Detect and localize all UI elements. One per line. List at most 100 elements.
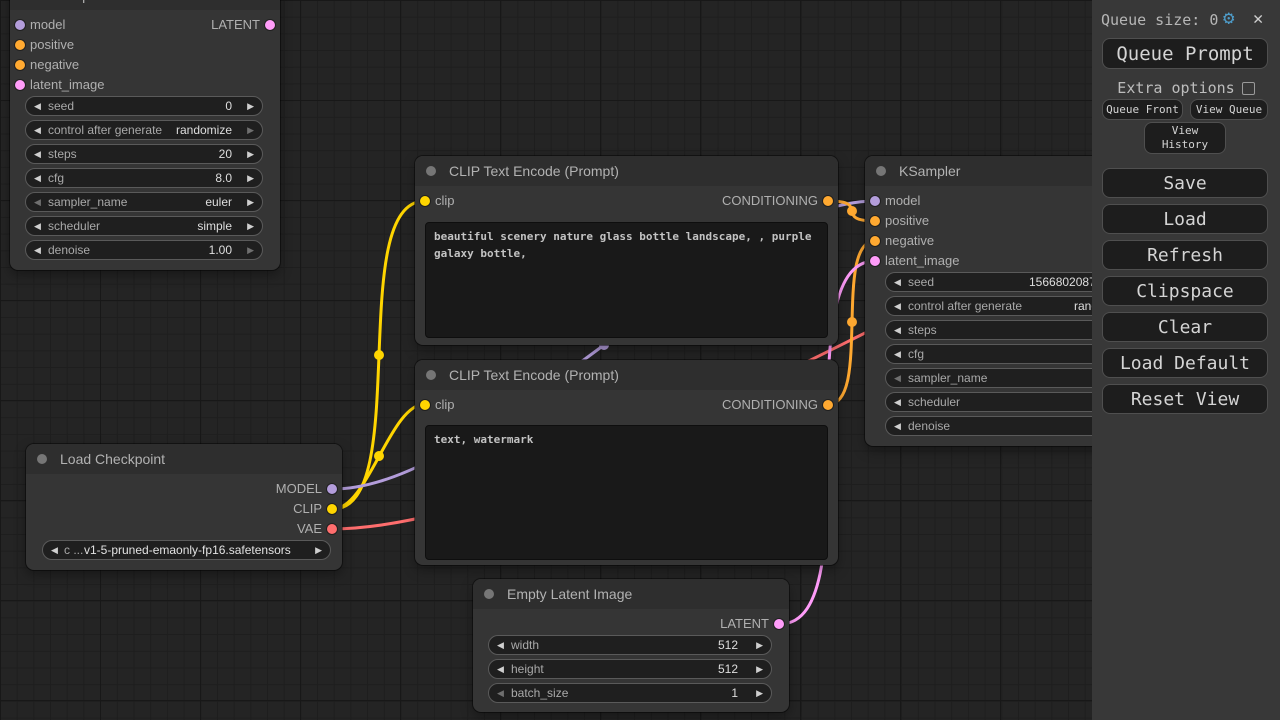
conditioning-port-dot[interactable] bbox=[870, 216, 880, 226]
refresh-button[interactable]: Refresh bbox=[1102, 240, 1268, 270]
input-port-latent-image[interactable]: latent_image bbox=[10, 75, 280, 95]
increment-arrow-icon[interactable]: ▶ bbox=[247, 217, 254, 235]
increment-arrow-icon[interactable]: ▶ bbox=[756, 684, 763, 702]
decrement-arrow-icon[interactable]: ◀ bbox=[894, 393, 901, 411]
decrement-arrow-icon[interactable]: ◀ bbox=[894, 417, 901, 435]
link-midpoint-dot bbox=[847, 317, 857, 327]
prompt-textarea[interactable]: text, watermark bbox=[425, 425, 828, 560]
decrement-arrow-icon[interactable]: ◀ bbox=[34, 121, 41, 139]
port-label: model bbox=[885, 191, 920, 211]
collapse-dot-icon[interactable] bbox=[484, 589, 494, 599]
node-empty-latent-image[interactable]: Empty Latent Image LATENT ◀ width 512 ▶ … bbox=[473, 579, 789, 712]
increment-arrow-icon[interactable]: ▶ bbox=[247, 121, 254, 139]
extra-options-checkbox[interactable] bbox=[1242, 82, 1255, 95]
increment-arrow-icon[interactable]: ▶ bbox=[756, 660, 763, 678]
model-port-dot[interactable] bbox=[870, 196, 880, 206]
output-port-latent[interactable]: LATENT bbox=[473, 614, 789, 634]
node-ksampler-left[interactable]: KSampler model positive negative latent_… bbox=[10, 0, 280, 270]
increment-arrow-icon[interactable]: ▶ bbox=[315, 541, 322, 559]
latent-port-dot[interactable] bbox=[870, 256, 880, 266]
decrement-arrow-icon[interactable]: ◀ bbox=[894, 369, 901, 387]
widget-value: 1566802087 bbox=[1029, 273, 1096, 291]
input-port-positive[interactable]: positive bbox=[10, 35, 280, 55]
decrement-arrow-icon[interactable]: ◀ bbox=[51, 541, 58, 559]
settings-gear-icon[interactable]: ⚙ bbox=[1223, 7, 1234, 29]
collapse-dot-icon[interactable] bbox=[426, 166, 436, 176]
increment-arrow-icon[interactable]: ▶ bbox=[247, 241, 254, 259]
decrement-arrow-icon[interactable]: ◀ bbox=[497, 660, 504, 678]
widget-batch-size[interactable]: ◀ batch_size 1 ▶ bbox=[488, 683, 772, 703]
output-port-conditioning[interactable]: CONDITIONING bbox=[415, 191, 838, 211]
conditioning-port-dot[interactable] bbox=[15, 40, 25, 50]
node-title-bar[interactable]: Empty Latent Image bbox=[473, 579, 789, 609]
widget-seed[interactable]: ◀ seed 0 ▶ bbox=[25, 96, 263, 116]
decrement-arrow-icon[interactable]: ◀ bbox=[34, 217, 41, 235]
widget-height[interactable]: ◀ height 512 ▶ bbox=[488, 659, 772, 679]
model-port-dot[interactable] bbox=[327, 484, 337, 494]
latent-port-dot[interactable] bbox=[15, 80, 25, 90]
clipspace-button[interactable]: Clipspace bbox=[1102, 276, 1268, 306]
conditioning-port-dot[interactable] bbox=[823, 196, 833, 206]
save-button[interactable]: Save bbox=[1102, 168, 1268, 198]
increment-arrow-icon[interactable]: ▶ bbox=[756, 636, 763, 654]
output-port-conditioning[interactable]: CONDITIONING bbox=[415, 395, 838, 415]
widget-control-after-generate[interactable]: ◀ control after generate randomize ▶ bbox=[25, 120, 263, 140]
widget-ckpt-name[interactable]: ◀ c ... v1-5-pruned-emaonly-fp16.safeten… bbox=[42, 540, 331, 560]
output-port-clip[interactable]: CLIP bbox=[26, 499, 342, 519]
clear-button[interactable]: Clear bbox=[1102, 312, 1268, 342]
prompt-textarea[interactable]: beautiful scenery nature glass bottle la… bbox=[425, 222, 828, 338]
decrement-arrow-icon[interactable]: ◀ bbox=[497, 684, 504, 702]
node-title-bar[interactable]: Load Checkpoint bbox=[26, 444, 342, 474]
widget-cfg[interactable]: ◀ cfg 8.0 ▶ bbox=[25, 168, 263, 188]
collapse-dot-icon[interactable] bbox=[876, 166, 886, 176]
view-history-button[interactable]: View History bbox=[1144, 122, 1226, 154]
output-port-model[interactable]: MODEL bbox=[26, 479, 342, 499]
view-queue-button[interactable]: View Queue bbox=[1190, 99, 1268, 120]
increment-arrow-icon[interactable]: ▶ bbox=[247, 97, 254, 115]
latent-port-dot[interactable] bbox=[774, 619, 784, 629]
decrement-arrow-icon[interactable]: ◀ bbox=[894, 345, 901, 363]
node-title-bar[interactable]: KSampler bbox=[10, 0, 280, 10]
widget-scheduler[interactable]: ◀ scheduler simple ▶ bbox=[25, 216, 263, 236]
decrement-arrow-icon[interactable]: ◀ bbox=[497, 636, 504, 654]
clip-port-dot[interactable] bbox=[327, 504, 337, 514]
decrement-arrow-icon[interactable]: ◀ bbox=[894, 297, 901, 315]
output-port-vae[interactable]: VAE bbox=[26, 519, 342, 539]
node-clip-text-encode-negative[interactable]: CLIP Text Encode (Prompt) clip CONDITION… bbox=[415, 360, 838, 565]
decrement-arrow-icon[interactable]: ◀ bbox=[34, 145, 41, 163]
load-default-button[interactable]: Load Default bbox=[1102, 348, 1268, 378]
widget-steps[interactable]: ◀ steps 20 ▶ bbox=[25, 144, 263, 164]
output-port-latent[interactable]: LATENT bbox=[10, 15, 280, 35]
collapse-dot-icon[interactable] bbox=[426, 370, 436, 380]
queue-prompt-button[interactable]: Queue Prompt bbox=[1102, 38, 1268, 69]
decrement-arrow-icon[interactable]: ◀ bbox=[34, 193, 41, 211]
latent-port-dot[interactable] bbox=[265, 20, 275, 30]
widget-width[interactable]: ◀ width 512 ▶ bbox=[488, 635, 772, 655]
decrement-arrow-icon[interactable]: ◀ bbox=[34, 97, 41, 115]
reset-view-button[interactable]: Reset View bbox=[1102, 384, 1268, 414]
conditioning-port-dot[interactable] bbox=[870, 236, 880, 246]
input-port-negative[interactable]: negative bbox=[10, 55, 280, 75]
decrement-arrow-icon[interactable]: ◀ bbox=[34, 241, 41, 259]
conditioning-port-dot[interactable] bbox=[15, 60, 25, 70]
conditioning-port-dot[interactable] bbox=[823, 400, 833, 410]
widget-sampler-name[interactable]: ◀ sampler_name euler ▶ bbox=[25, 192, 263, 212]
increment-arrow-icon[interactable]: ▶ bbox=[247, 145, 254, 163]
decrement-arrow-icon[interactable]: ◀ bbox=[894, 321, 901, 339]
queue-size-label: Queue size: 0 bbox=[1101, 11, 1218, 29]
widget-denoise[interactable]: ◀ denoise 1.00 ▶ bbox=[25, 240, 263, 260]
increment-arrow-icon[interactable]: ▶ bbox=[247, 169, 254, 187]
queue-front-button[interactable]: Queue Front bbox=[1102, 99, 1183, 120]
increment-arrow-icon[interactable]: ▶ bbox=[247, 193, 254, 211]
decrement-arrow-icon[interactable]: ◀ bbox=[894, 273, 901, 291]
node-title-bar[interactable]: CLIP Text Encode (Prompt) bbox=[415, 360, 838, 390]
node-load-checkpoint[interactable]: Load Checkpoint MODEL CLIP VAE ◀ c ... v… bbox=[26, 444, 342, 570]
node-clip-text-encode-positive[interactable]: CLIP Text Encode (Prompt) clip CONDITION… bbox=[415, 156, 838, 345]
collapse-dot-icon[interactable] bbox=[37, 454, 47, 464]
load-button[interactable]: Load bbox=[1102, 204, 1268, 234]
vae-port-dot[interactable] bbox=[327, 524, 337, 534]
node-title-bar[interactable]: CLIP Text Encode (Prompt) bbox=[415, 156, 838, 186]
close-icon[interactable]: ✕ bbox=[1253, 9, 1263, 29]
decrement-arrow-icon[interactable]: ◀ bbox=[34, 169, 41, 187]
widget-value: v1-5-pruned-emaonly-fp16.safetensors bbox=[84, 541, 291, 559]
